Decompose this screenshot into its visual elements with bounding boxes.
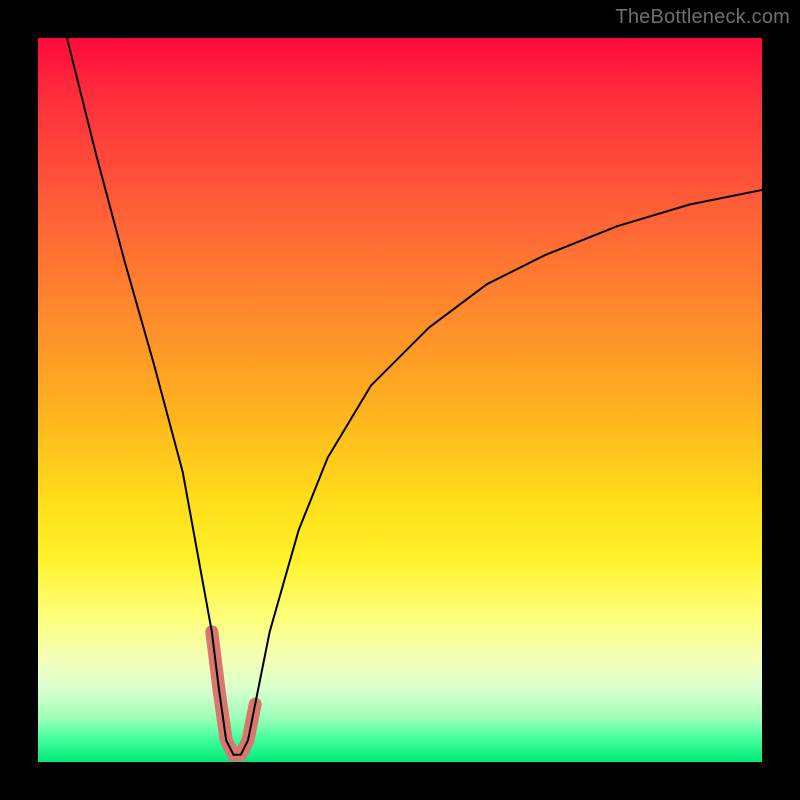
main-path <box>67 38 762 755</box>
watermark-text: TheBottleneck.com <box>615 6 790 29</box>
chart-plot-area <box>38 38 762 762</box>
chart-frame: TheBottleneck.com <box>0 0 800 800</box>
chart-svg <box>38 38 762 762</box>
